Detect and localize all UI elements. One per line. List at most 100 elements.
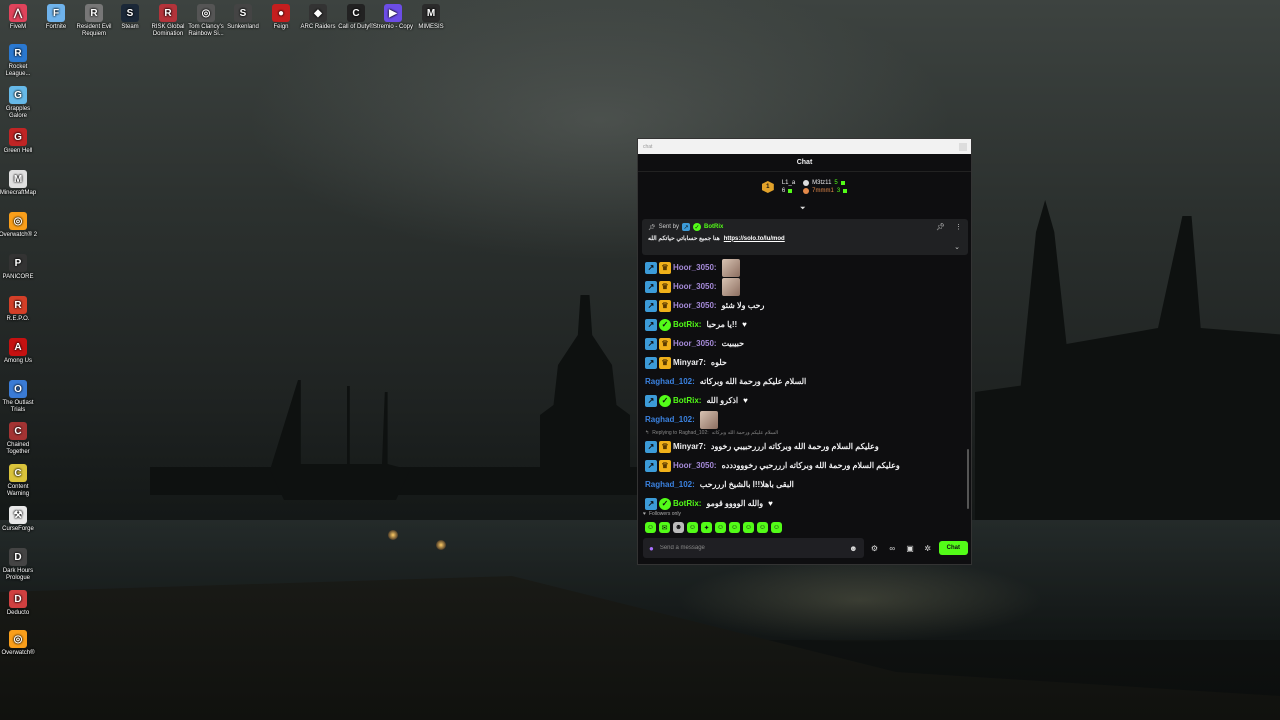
desktop-icon-label: Tom Clancy's Rainbow Si... [188,24,224,37]
reply-context[interactable]: ↰ Replying to Raghad_102: السلام عليكم ورح… [645,429,965,437]
app-icon: F [47,4,65,22]
unpin-icon[interactable]: 📌︎ [936,223,945,231]
desktop-icon[interactable]: ⋀ FiveM [0,4,38,31]
desktop-icon-label: MIMESIS [418,24,444,30]
desktop-icon-label: CurseForge [2,526,34,532]
more-options-icon[interactable]: ⋮ [955,223,962,231]
desktop-icon[interactable]: R RISK Global Domination [148,4,188,38]
emote-button[interactable]: ☺ [729,522,740,533]
emote-button[interactable]: ☺ [715,522,726,533]
emote-image [721,258,740,277]
chat-username[interactable]: BotRix: [673,499,701,508]
chat-username[interactable]: BotRix: [673,320,701,329]
desktop-icon-label: Steam [121,24,139,30]
leaderboard-count: 3 [836,188,841,194]
moderator-badge-icon: ↗ [645,280,657,293]
desktop-icon[interactable]: P PANICORE [0,254,38,281]
chat-message-text: يا مرحبا!! [706,320,738,329]
desktop-icon[interactable]: G Grapples Galore [0,86,38,120]
chat-username[interactable]: Hoor_3050: [673,263,717,272]
desktop-icon-label: Overwatch® 2 [0,232,38,238]
desktop-icon[interactable]: M MIMESIS [411,4,451,31]
app-icon: C [347,4,365,22]
emote-button[interactable]: ☺ [687,522,698,533]
emote-button[interactable]: ☺ [771,522,782,533]
app-icon: R [85,4,103,22]
desktop-icon[interactable]: R R.E.P.O. [0,296,38,323]
app-icon: ● [272,4,290,22]
microphone-icon[interactable]: ● [649,544,654,553]
chat-message-text: رحب ولا شئو [721,301,765,310]
leaderboard-name: 7mmm1 [812,188,834,194]
gift-icon [788,189,793,193]
emoji-picker-icon[interactable]: ☻ [849,544,857,553]
app-icon: O [9,380,27,398]
send-chat-button[interactable]: Chat [938,541,968,555]
desktop-icon[interactable]: F Fortnite [36,4,76,31]
desktop-icon[interactable]: ⚒ CurseForge [0,506,38,533]
desktop-icon[interactable]: A Among Us [0,338,38,365]
followers-only-label: Followers only [648,511,681,517]
app-icon: ⚒ [9,506,27,524]
emote-button[interactable]: ✦ [701,522,712,533]
moderator-badge-icon: ↗ [645,394,657,407]
expand-chevron-icon[interactable]: ⌄ [954,243,960,251]
desktop-icon[interactable]: D Deducto [0,590,38,617]
desktop-icon[interactable]: C Call of Duty® [336,4,376,31]
desktop-icon-label: Call of Duty® [338,24,374,30]
app-icon: C [9,464,27,482]
chat-username[interactable]: Raghad_102: [645,415,695,424]
heart-icon: ♥ [643,511,646,517]
chat-username[interactable]: Hoor_3050: [673,301,717,310]
desktop-icon[interactable]: O The Outlast Trials [0,380,38,414]
desktop-icon[interactable]: C Content Warning [0,464,38,498]
chat-username[interactable]: Hoor_3050: [673,461,717,470]
gift-leaderboard[interactable]: 1 L1_a 6 M3tz11 5 7mmm1 3 [638,172,971,202]
desktop-icon[interactable]: R Resident Evil Requiem [74,4,114,38]
chat-username[interactable]: Minyar7: [673,358,706,367]
desktop-icon-label: Chained Together [6,442,30,455]
moderation-tools-icon[interactable]: ⚙︎ [868,544,882,553]
desktop-icon[interactable]: C Chained Together [0,422,38,456]
desktop-icon-label: Among Us [3,358,32,364]
moderator-badge-icon: ↗ [645,261,657,274]
reply-label: Replying to Raghad_102: [652,430,709,436]
desktop-icon[interactable]: S Steam [110,4,150,31]
desktop-icon[interactable]: G Green Hell [0,128,38,155]
moderator-badge-icon: ↗ [645,459,657,472]
emote-button[interactable]: ✉ [659,522,670,533]
pinned-link[interactable]: https://solo.to/lu/mod [724,236,785,242]
chat-username[interactable]: Hoor_3050: [673,282,717,291]
desktop-icon[interactable]: S Sunkenland [223,4,263,31]
chat-username[interactable]: Hoor_3050: [673,339,717,348]
settings-gear-icon[interactable]: ✲ [921,544,935,553]
desktop-icon[interactable]: R Rocket League... [0,44,38,78]
desktop-icon[interactable]: ◎ Tom Clancy's Rainbow Si... [186,4,226,38]
emote-button[interactable]: ☺ [645,522,656,533]
emote-button[interactable]: ☺ [743,522,754,533]
chevron-down-icon[interactable]: ⏷ [800,205,806,213]
gift-icon[interactable]: ▣ [903,544,917,553]
window-control-button[interactable] [959,142,967,151]
desktop-icon[interactable]: ◆ ARC Raiders [298,4,338,31]
desktop-icon[interactable]: M MinecraftMap [0,170,38,197]
chat-input[interactable] [659,545,844,551]
chat-username[interactable]: BotRix: [673,396,701,405]
desktop-icon[interactable]: ▶ Stremio - Copy [373,4,413,31]
app-icon: ⋀ [9,4,27,22]
window-titlebar[interactable]: chat [638,139,971,154]
desktop-icon[interactable]: ● Feign [261,4,301,31]
chat-username[interactable]: Minyar7: [673,442,706,451]
desktop-icon[interactable]: D Dark Hours Prologue [0,548,38,582]
desktop-icon[interactable]: ◎ Overwatch® 2 [0,212,38,239]
app-icon: M [9,170,27,188]
chat-input-box[interactable]: ● ☻ [643,538,864,558]
infinity-icon[interactable]: ∞ [885,544,899,553]
emote-button[interactable]: ☺ [757,522,768,533]
desktop-icon[interactable]: ◎ Overwatch® [0,630,38,657]
chat-username[interactable]: Raghad_102: [645,480,695,489]
scrollbar[interactable] [967,449,969,509]
pinned-sender[interactable]: BotRix [704,224,723,230]
emote-button[interactable]: ☻ [673,522,684,533]
chat-username[interactable]: Raghad_102: [645,377,695,386]
